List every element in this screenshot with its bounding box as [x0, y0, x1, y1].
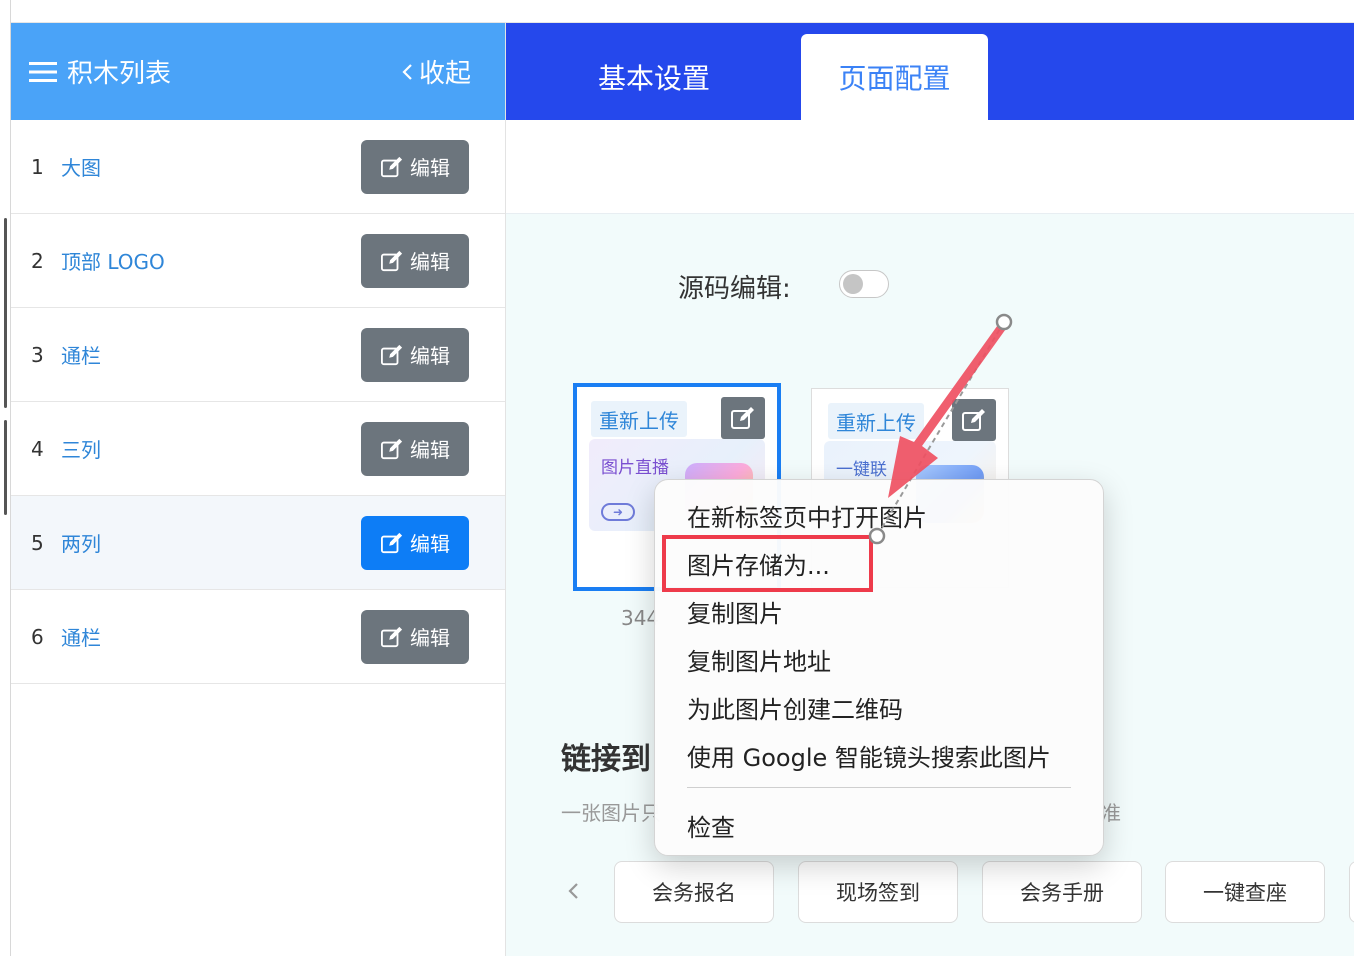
sidebar-block-row[interactable]: 1 大图 编辑: [11, 120, 505, 214]
source-edit-label: 源码编辑:: [678, 274, 791, 304]
block-name-link[interactable]: 通栏: [61, 340, 101, 369]
block-info: 1 大图: [31, 152, 101, 181]
link-pill[interactable]: 会务手册: [982, 861, 1142, 923]
tab-basic-settings[interactable]: 基本设置: [556, 34, 752, 120]
card-edit-button[interactable]: [721, 397, 765, 439]
block-info: 4 三列: [31, 434, 101, 463]
sidebar-block-row[interactable]: 4 三列 编辑: [11, 402, 505, 496]
menu-separator: [687, 787, 1071, 788]
sidebar-block-row[interactable]: 5 两列 编辑: [11, 496, 505, 590]
edit-square-icon: [381, 626, 403, 647]
edit-square-icon: [381, 532, 403, 553]
sidebar-header: 积木列表 收起: [11, 23, 505, 120]
arrow-right-icon: ➜: [601, 503, 635, 521]
block-edit-button[interactable]: 编辑: [361, 515, 469, 570]
collapse-button[interactable]: 收起: [401, 53, 471, 90]
link-section-desc: 一张图片只: [561, 801, 661, 825]
sidebar-title-text: 积木列表: [67, 59, 172, 89]
config-tabbar: 基本设置 页面配置: [506, 23, 1354, 120]
thumbnail-caption: 图片直播: [601, 458, 669, 478]
card-edit-button[interactable]: [952, 399, 996, 441]
source-edit-toggle[interactable]: [839, 270, 889, 298]
link-section-title: 链接到: [561, 742, 651, 777]
block-info: 6 通栏: [31, 622, 101, 651]
window-edge: [0, 0, 11, 956]
edit-square-icon: [381, 438, 403, 459]
block-index: 5: [31, 530, 44, 555]
edit-square-icon: [381, 344, 403, 365]
block-name-link[interactable]: 两列: [61, 528, 101, 557]
collapse-label: 收起: [418, 59, 471, 89]
sidebar-title: 积木列表: [29, 53, 171, 90]
toggle-knob: [843, 274, 863, 294]
annotation-highlight-box: [662, 535, 873, 592]
link-pill[interactable]: 一键查座: [1165, 861, 1325, 923]
edit-square-icon: [381, 250, 403, 271]
pager-prev-button[interactable]: [566, 876, 580, 909]
block-edit-button[interactable]: 编辑: [361, 609, 469, 664]
block-edit-button[interactable]: 编辑: [361, 139, 469, 194]
block-name-link[interactable]: 三列: [61, 434, 101, 463]
edit-square-icon: [381, 156, 403, 177]
block-info: 2 顶部 LOGO: [31, 246, 165, 275]
block-index: 6: [31, 624, 44, 649]
chevron-left-icon: [568, 883, 578, 899]
thumbnail-caption: 一键联: [836, 460, 887, 480]
menu-google-lens-search[interactable]: 使用 Google 智能镜头搜索此图片: [687, 738, 1051, 773]
sub-header: [506, 120, 1354, 214]
block-info: 3 通栏: [31, 340, 101, 369]
link-section-desc-tail: 准: [1101, 801, 1121, 825]
link-pill[interactable]: 会务报名: [614, 861, 774, 923]
menu-create-qr-code[interactable]: 为此图片创建二维码: [687, 690, 903, 725]
resize-grip[interactable]: [4, 218, 7, 408]
block-index: 2: [31, 248, 44, 273]
block-name-link[interactable]: 顶部 LOGO: [61, 246, 165, 275]
resize-grip[interactable]: [4, 420, 7, 515]
menu-copy-image[interactable]: 复制图片: [687, 594, 783, 629]
block-list-sidebar: 积木列表 收起 1 大图 编辑 2 顶部 LOGO 编辑 3 通栏 编辑 4 三列 编辑 5 两列 编辑 6 通…: [11, 23, 506, 956]
reupload-button[interactable]: 重新上传: [591, 401, 687, 437]
block-name-link[interactable]: 大图: [61, 152, 101, 181]
edit-label: 编辑: [410, 534, 450, 556]
sidebar-block-row[interactable]: 3 通栏 编辑: [11, 308, 505, 402]
block-index: 4: [31, 436, 44, 461]
edit-label: 编辑: [410, 252, 450, 274]
link-pill[interactable]: 现场签到: [798, 861, 958, 923]
block-edit-button[interactable]: 编辑: [361, 233, 469, 288]
chevron-left-icon: [402, 63, 412, 80]
edit-label: 编辑: [410, 628, 450, 650]
sidebar-block-row[interactable]: 6 通栏 编辑: [11, 590, 505, 684]
block-edit-button[interactable]: 编辑: [361, 421, 469, 476]
block-name-link[interactable]: 通栏: [61, 622, 101, 651]
link-pill-overflow[interactable]: [1349, 861, 1354, 923]
reupload-button[interactable]: 重新上传: [828, 403, 924, 439]
block-edit-button[interactable]: 编辑: [361, 327, 469, 382]
edit-label: 编辑: [410, 440, 450, 462]
menu-inspect[interactable]: 检查: [687, 808, 735, 843]
block-index: 1: [31, 154, 44, 179]
sidebar-block-row[interactable]: 2 顶部 LOGO 编辑: [11, 214, 505, 308]
block-index: 3: [31, 342, 44, 367]
menu-open-image-new-tab[interactable]: 在新标签页中打开图片: [687, 498, 927, 533]
hamburger-icon[interactable]: [29, 60, 57, 84]
edit-label: 编辑: [410, 346, 450, 368]
menu-copy-image-address[interactable]: 复制图片地址: [687, 642, 831, 677]
edit-square-icon: [962, 409, 985, 431]
edit-square-icon: [731, 407, 754, 429]
block-info: 5 两列: [31, 528, 101, 557]
tab-page-config[interactable]: 页面配置: [801, 34, 988, 120]
window-top-bar: [11, 0, 1354, 23]
edit-label: 编辑: [410, 158, 450, 180]
